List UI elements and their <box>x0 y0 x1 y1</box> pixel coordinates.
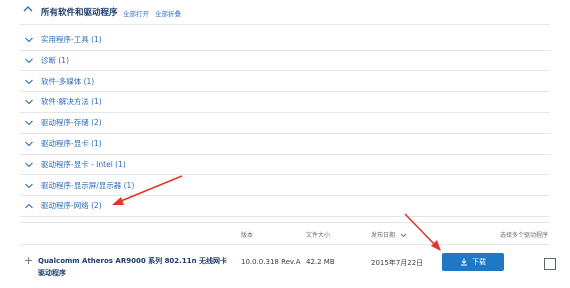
category-item[interactable]: 驱动程序-存储 (2) <box>20 115 550 134</box>
chevron-down-icon <box>25 79 33 84</box>
download-button-label: 下载 <box>472 258 486 266</box>
category-label: 驱动程序-存储 (2) <box>41 118 102 128</box>
category-item[interactable]: 软件-解决方法 (1) <box>20 94 550 113</box>
column-header-size: 文件大小 <box>306 232 331 239</box>
category-label: 驱动程序-显卡 - Intel (1) <box>41 159 126 169</box>
divider <box>20 132 550 134</box>
driver-name: Qualcomm Atheros AR9000 系列 802.11n 无线网卡驱… <box>38 257 227 277</box>
divider <box>20 222 550 223</box>
column-header-version: 版本 <box>241 232 254 239</box>
category-item[interactable]: 驱动程序-显卡 - Intel (1) <box>20 157 550 176</box>
chevron-down-icon <box>25 183 33 188</box>
category-label: 软件-多媒体 (1) <box>41 76 95 86</box>
category-label: 驱动程序-显卡 (1) <box>41 139 102 148</box>
chevron-down-icon <box>25 58 33 64</box>
divider <box>20 244 550 245</box>
divider <box>20 49 550 51</box>
divider <box>20 70 550 72</box>
chevron-down-icon <box>25 100 33 105</box>
divider <box>20 91 550 93</box>
divider <box>20 153 550 155</box>
chevron-up-icon <box>25 204 33 209</box>
category-item[interactable]: 软件-多媒体 (1) <box>20 74 550 93</box>
download-icon <box>461 258 467 266</box>
category-label: 诊断 (1) <box>41 55 70 65</box>
category-label: 驱动程序-显示屏/显示器 (1) <box>41 180 135 190</box>
divider <box>20 24 550 25</box>
collapse-all-link[interactable]: 全部折叠 <box>155 8 181 18</box>
column-header-release-date-label: 发布日期 <box>371 232 396 239</box>
divider <box>20 195 550 197</box>
chevron-down-icon <box>25 162 33 168</box>
driver-size: 42.2 MB <box>306 258 335 266</box>
download-button[interactable]: 下载 <box>442 253 504 271</box>
category-item[interactable]: 驱动程序-网络 (2) <box>20 198 550 217</box>
select-driver-checkbox[interactable] <box>544 258 556 270</box>
divider <box>20 111 550 113</box>
section-title: 所有软件和驱动程序 <box>41 8 118 18</box>
plus-icon[interactable]: + <box>24 254 33 267</box>
sort-chevron-icon <box>400 233 407 238</box>
section-header: 所有软件和驱动程序 全部打开 全部折叠 <box>0 0 570 24</box>
category-item[interactable]: 驱动程序-显卡 (1) <box>20 136 550 155</box>
chevron-down-icon <box>25 37 33 43</box>
expand-all-link[interactable]: 全部打开 <box>123 8 149 18</box>
chevron-down-icon <box>25 120 33 126</box>
chevron-down-icon <box>25 141 33 147</box>
category-item[interactable]: 驱动程序-显示屏/显示器 (1) <box>20 178 550 197</box>
category-label: 实用程序-工具 (1) <box>41 35 102 44</box>
annotation-arrow <box>404 213 441 251</box>
divider <box>20 174 550 176</box>
divider <box>20 215 550 217</box>
category-label: 软件-解决方法 (1) <box>41 97 102 107</box>
column-header-select-multiple: 选择多个驱动程序 <box>500 232 549 239</box>
category-item[interactable]: 实用程序-工具 (1) <box>20 32 550 51</box>
chevron-up-icon[interactable] <box>22 4 34 14</box>
category-label: 驱动程序-网络 (2) <box>41 201 102 211</box>
driver-version: 10.0.0.318 Rev.A <box>241 258 301 266</box>
driver-release-date: 2015年7月22日 <box>371 259 424 267</box>
column-header-release-date[interactable]: 发布日期 <box>371 230 407 239</box>
category-item[interactable]: 诊断 (1) <box>20 53 550 72</box>
